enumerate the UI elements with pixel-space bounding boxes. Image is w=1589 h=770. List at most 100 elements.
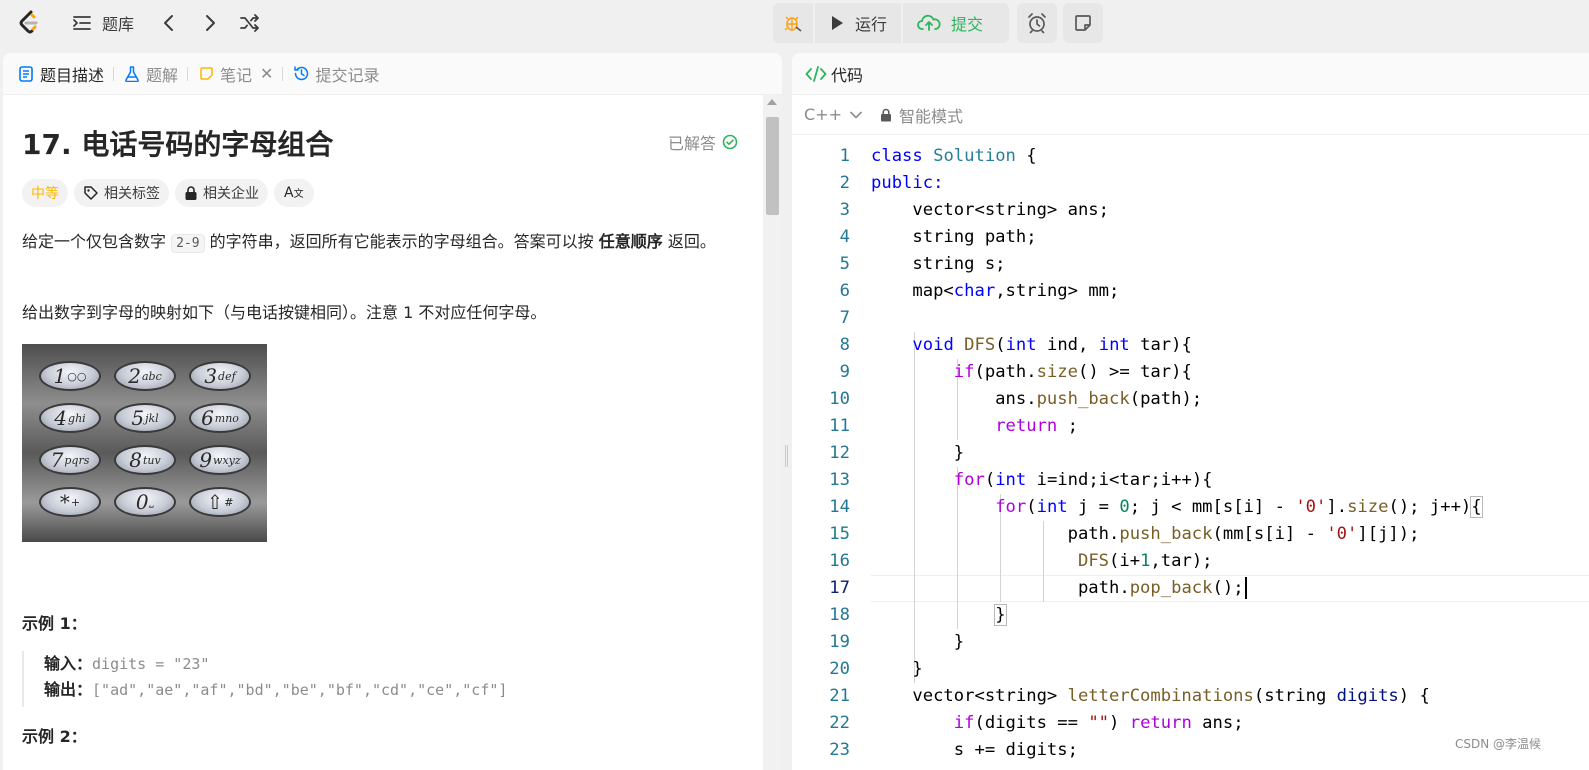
shuffle-icon: [239, 14, 261, 32]
tab-description-label: 题目描述: [40, 65, 105, 85]
timer-button[interactable]: [1017, 3, 1057, 43]
lock-icon: [184, 185, 198, 201]
panel-resize-handle[interactable]: [785, 445, 788, 467]
list-icon: [72, 14, 92, 32]
tab-solutions[interactable]: 题解: [123, 53, 178, 95]
line-number: 12: [829, 443, 850, 463]
tab-description[interactable]: 题目描述: [17, 53, 104, 95]
problem-list-label: 题库: [102, 15, 135, 34]
code-line: 2 public:: [792, 170, 1589, 197]
prev-problem-button[interactable]: [154, 8, 184, 38]
code-text: path.push_back(mm[s[i] - '0'][j]);: [871, 524, 1420, 544]
translate-button[interactable]: A文: [274, 179, 314, 207]
line-number: 18: [829, 605, 850, 625]
language-select[interactable]: C++: [804, 105, 862, 124]
code-line: 7: [792, 305, 1589, 332]
code-toolbar: C++ 智能模式: [792, 95, 1589, 135]
code-line: 4 string path;: [792, 224, 1589, 251]
line-number: 4: [839, 227, 850, 247]
line-number: 13: [829, 470, 850, 490]
code-tab-label[interactable]: 代码: [831, 62, 863, 86]
tab-separator: [113, 66, 115, 81]
code-text: path.pop_back();: [871, 575, 1247, 602]
example-output-value: ["ad","ae","af","bd","be","bf","cd","ce"…: [92, 681, 508, 699]
code-text: }: [871, 632, 965, 652]
code-line: 21 vector<string> letterCombinations(str…: [792, 683, 1589, 710]
tab-submissions[interactable]: 提交记录: [292, 53, 379, 95]
notes-button[interactable]: [1063, 3, 1103, 43]
code-text: public:: [871, 173, 944, 193]
scroll-up-arrow-icon[interactable]: [767, 99, 777, 105]
submit-button[interactable]: 提交: [903, 3, 997, 43]
tag-icon: [83, 185, 99, 201]
code-text: void DFS(int ind, int tar){: [912, 335, 1192, 355]
keypad-key: 2 abc: [114, 361, 176, 391]
line-number: 23: [829, 740, 850, 760]
lock-icon: [880, 108, 892, 122]
desc-text: 的字符串，返回所有它能表示的字母组合。答案可以按: [204, 232, 599, 251]
play-icon: [829, 14, 845, 32]
code-line: 11 return ;: [792, 413, 1589, 440]
problem-title: 17. 电话号码的字母组合: [22, 128, 334, 161]
code-line: 22 if(digits == "") return ans;: [792, 710, 1589, 737]
code-brackets-icon: [805, 65, 827, 82]
scroll-thumb[interactable]: [766, 117, 779, 215]
code-line: 3 vector<string> ans;: [792, 197, 1589, 224]
keypad-key: 8 tuv: [114, 445, 176, 475]
run-button[interactable]: 运行: [815, 3, 901, 43]
related-tags-button[interactable]: 相关标签: [74, 179, 169, 207]
code-line: 13 for(int i=ind;i<tar;i++){: [792, 467, 1589, 494]
smart-mode-toggle[interactable]: 智能模式: [880, 103, 963, 127]
desc-text: 返回。: [662, 232, 716, 251]
line-number: 10: [829, 389, 850, 409]
line-number: 22: [829, 713, 850, 733]
code-text: return ;: [995, 416, 1078, 436]
problem-list-button[interactable]: 题库: [72, 0, 134, 46]
difficulty-badge: 中等: [22, 179, 68, 207]
translate-icon: A文: [284, 185, 304, 201]
code-text: s += digits;: [871, 740, 1078, 760]
code-line: 16 DFS(i+1,tar);: [792, 548, 1589, 575]
code-line: 1 class Solution {: [792, 143, 1589, 170]
top-bar: 题库 运行 提交: [0, 0, 1589, 46]
code-panel: 代码 C++ 智能模式 1 class Solution { 2 public: 3…: [792, 53, 1589, 770]
code-text: vector<string> ans;: [871, 200, 1109, 220]
note-icon: [197, 65, 215, 83]
related-tags-label: 相关标签: [104, 186, 160, 202]
alarm-clock-icon: [1026, 12, 1048, 34]
tab-separator: [282, 66, 284, 81]
keypad-key: 0 ⎵: [114, 487, 176, 517]
line-number: 19: [829, 632, 850, 652]
code-text: }: [871, 659, 923, 679]
problem-scrollbar[interactable]: [763, 95, 782, 770]
line-number: 17: [829, 578, 850, 598]
debug-button[interactable]: [773, 3, 813, 43]
close-icon[interactable]: ✕: [260, 64, 273, 83]
related-companies-button[interactable]: 相关企业: [175, 179, 268, 207]
related-companies-label: 相关企业: [203, 186, 259, 202]
leetcode-logo-icon[interactable]: [14, 8, 44, 38]
line-number: 14: [829, 497, 850, 517]
random-problem-button[interactable]: [235, 8, 265, 38]
code-editor[interactable]: 1 class Solution { 2 public: 3 vector<stri…: [792, 143, 1589, 763]
tab-notes[interactable]: 笔记 ✕: [197, 53, 273, 95]
submit-label: 提交: [951, 15, 984, 34]
tab-submissions-label: 提交记录: [315, 65, 380, 85]
keypad-key: 3 def: [189, 361, 251, 391]
line-number: 2: [839, 173, 850, 193]
problem-description: 给定一个仅包含数字 2-9 的字符串，返回所有它能表示的字母组合。答案可以按 任…: [22, 229, 742, 257]
sticky-note-icon: [1073, 13, 1093, 33]
next-problem-button[interactable]: [195, 8, 225, 38]
code-text: string s;: [871, 254, 1006, 274]
problem-tabbar: 题目描述 题解 笔记 ✕ 提交记录: [3, 53, 782, 95]
code-tabbar: 代码: [792, 53, 1589, 95]
code-text: vector<string> letterCombinations(string…: [871, 686, 1430, 706]
problem-panel: 题目描述 题解 笔记 ✕ 提交记录 17. 电话号码的字母组合 已解答 中等 相…: [3, 53, 782, 770]
smart-mode-label: 智能模式: [898, 106, 963, 126]
line-number: 3: [839, 200, 850, 220]
code-line: 12 }: [792, 440, 1589, 467]
keypad-key: 4 ghi: [39, 403, 101, 433]
code-text: ans.push_back(path);: [871, 389, 1203, 409]
line-number: 21: [829, 686, 850, 706]
csdn-watermark: CSDN @李温候: [1455, 737, 1542, 751]
